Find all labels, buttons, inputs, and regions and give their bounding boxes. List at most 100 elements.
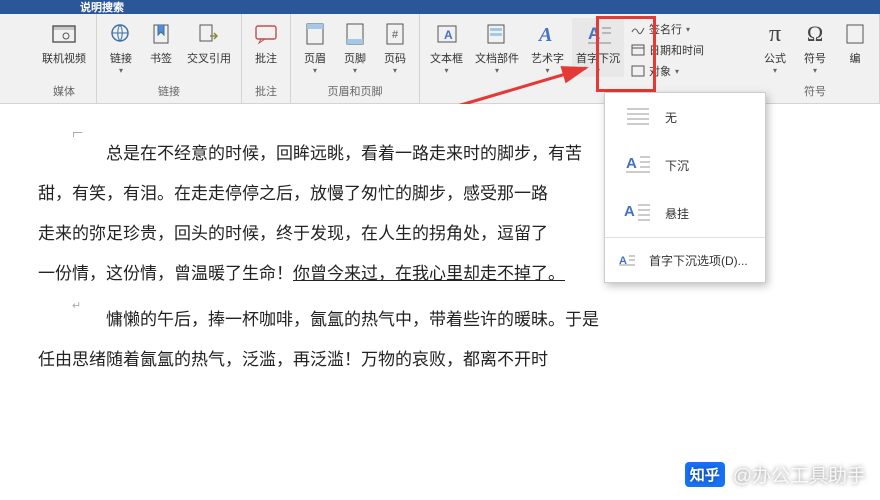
header-label: 页眉 [304, 50, 326, 66]
wordart-button[interactable]: A 艺术字 ▾ [527, 18, 568, 77]
dropcap-label: 首字下沉 [576, 50, 620, 66]
page-number-icon: # [381, 20, 409, 48]
symbol-button[interactable]: Ω 符号 ▾ [797, 18, 833, 77]
watermark: 知乎 @办公工具助手 [685, 461, 866, 488]
p1-line3: 走来的弥足珍贵，回头的时候，终于发现，在人生的拐角处，逗留了 [38, 224, 548, 243]
link-label: 链接 [110, 50, 132, 66]
dropcap-dropped-icon: A [623, 151, 653, 179]
crossref-label: 交叉引用 [187, 50, 231, 66]
textbox-label: 文本框 [430, 50, 463, 66]
dropdown-arrow-icon: ▾ [353, 66, 357, 75]
group-media: 联机视频 媒体 [32, 14, 97, 103]
svg-text:A: A [624, 203, 635, 220]
p1-line4a: 一份情，这份情，曾温暖了生命！ [38, 264, 293, 283]
number-icon [841, 20, 869, 48]
dropdown-arrow-icon: ▾ [545, 66, 549, 75]
number-button[interactable]: 编 [837, 18, 873, 68]
online-video-label: 联机视频 [42, 50, 86, 66]
svg-text:A: A [588, 24, 600, 43]
dropdown-arrow-icon: ▾ [119, 66, 123, 75]
object-button[interactable]: 对象 ▾ [628, 62, 707, 80]
textbox-icon: A [433, 20, 461, 48]
bookmark-label: 书签 [150, 50, 172, 66]
group-links-label: 链接 [158, 81, 180, 101]
dropdown-arrow-icon: ▾ [773, 66, 777, 75]
title-bar-text: 说明搜索 [80, 0, 124, 15]
equation-button[interactable]: π 公式 ▾ [757, 18, 793, 77]
signature-label: 签名行 [649, 21, 682, 37]
object-icon [631, 64, 645, 78]
wordart-icon: A [534, 20, 562, 48]
group-header-footer: 页眉 ▾ 页脚 ▾ # 页码 ▾ 页眉和页脚 [291, 14, 420, 103]
dropdown-arrow-icon: ▾ [495, 66, 499, 75]
dropcap-dropped-item[interactable]: A 下沉 [605, 141, 765, 189]
quickparts-label: 文档部件 [475, 50, 519, 66]
watermark-handle: @办公工具助手 [733, 461, 866, 488]
dropcap-margin-item[interactable]: A 悬挂 [605, 189, 765, 237]
group-hf-label: 页眉和页脚 [328, 81, 383, 101]
crossref-icon [195, 20, 223, 48]
ribbon: 联机视频 媒体 链接 ▾ 书签 交叉引用 链接 批注 [0, 14, 880, 104]
bookmark-icon [147, 20, 175, 48]
pi-icon: π [761, 20, 789, 48]
footer-icon [341, 20, 369, 48]
dropcap-options-item[interactable]: A 首字下沉选项(D)... [605, 238, 765, 282]
comment-label: 批注 [255, 50, 277, 66]
textbox-button[interactable]: A 文本框 ▾ [426, 18, 467, 77]
datetime-label: 日期和时间 [649, 42, 704, 58]
p1-line4-underlined: 你曾今来过，在我心里却走不掉了。 [293, 264, 565, 283]
header-button[interactable]: 页眉 ▾ [297, 18, 333, 77]
dropcap-margin-icon: A [623, 199, 653, 227]
group-text: A 文本框 ▾ 文档部件 ▾ A 艺术字 ▾ A 首字下沉 ▾ [420, 14, 713, 103]
p2-line2: 任由思绪随着氤氲的热气，泛滥，再泛滥！万物的哀败，都离不开时 [38, 350, 548, 369]
comment-icon [252, 20, 280, 48]
paragraph-mark-icon: ⌐ [72, 110, 83, 157]
online-video-button[interactable]: 联机视频 [38, 18, 90, 68]
signature-icon [631, 22, 645, 36]
p2-line1: 慵懒的午后，捧一杯咖啡，氤氲的热气中，带着些许的暖昧。于是 [106, 310, 599, 329]
dropcap-options-label: 首字下沉选项(D)... [649, 252, 748, 269]
link-button[interactable]: 链接 ▾ [103, 18, 139, 77]
footer-button[interactable]: 页脚 ▾ [337, 18, 373, 77]
p1-line2: 甜，有笑，有泪。在走走停停之后，放慢了匆忙的脚步，感受那一路 [38, 184, 548, 203]
group-symbols-label: 符号 [804, 81, 826, 101]
dropcap-margin-label: 悬挂 [665, 205, 689, 222]
text-small-list: 签名行 ▾ 日期和时间 对象 ▾ [628, 18, 707, 80]
signature-line-button[interactable]: 签名行 ▾ [628, 20, 707, 38]
page-number-label: 页码 [384, 50, 406, 66]
title-bar: 说明搜索 [0, 0, 880, 14]
dropcap-none-item[interactable]: 无 [605, 93, 765, 141]
zhihu-logo: 知乎 [685, 462, 725, 487]
object-label: 对象 [649, 63, 671, 79]
dropdown-arrow-icon: ▾ [596, 66, 600, 75]
dropcap-none-icon [623, 103, 653, 131]
comment-button[interactable]: 批注 [248, 18, 284, 68]
header-icon [301, 20, 329, 48]
dropcap-dropdown-menu: 无 A 下沉 A 悬挂 A 首字下沉选项(D)... [604, 92, 766, 283]
dropcap-icon: A [584, 20, 612, 48]
dropcap-button[interactable]: A 首字下沉 ▾ [572, 18, 624, 77]
group-comments-label: 批注 [255, 81, 277, 101]
wordart-label: 艺术字 [531, 50, 564, 66]
svg-text:A: A [537, 24, 552, 46]
svg-text:A: A [626, 155, 637, 172]
crossref-button[interactable]: 交叉引用 [183, 18, 235, 68]
dropdown-arrow-icon: ▾ [313, 66, 317, 75]
dropdown-arrow-icon: ▾ [393, 66, 397, 75]
p1-line1: 总是在不经意的时候，回眸远眺，看着一路走来时的脚步，有苦 [106, 144, 582, 163]
group-media-label: 媒体 [53, 81, 75, 101]
globe-link-icon [107, 20, 135, 48]
quickparts-button[interactable]: 文档部件 ▾ [471, 18, 523, 77]
number-label: 编 [850, 50, 861, 66]
quickparts-icon [483, 20, 511, 48]
page-number-button[interactable]: # 页码 ▾ [377, 18, 413, 77]
bookmark-button[interactable]: 书签 [143, 18, 179, 68]
dropcap-options-icon: A [617, 246, 637, 274]
symbol-label: 符号 [804, 50, 826, 66]
paragraph-2: 慵懒的午后，捧一杯咖啡，氤氲的热气中，带着些许的暖昧。于是 任由思绪随着氤氲的热… [72, 300, 820, 380]
datetime-icon [631, 43, 645, 57]
video-icon [50, 20, 78, 48]
datetime-button[interactable]: 日期和时间 [628, 41, 707, 59]
equation-label: 公式 [764, 50, 786, 66]
group-symbols: π 公式 ▾ Ω 符号 ▾ 编 符号 [751, 14, 880, 103]
